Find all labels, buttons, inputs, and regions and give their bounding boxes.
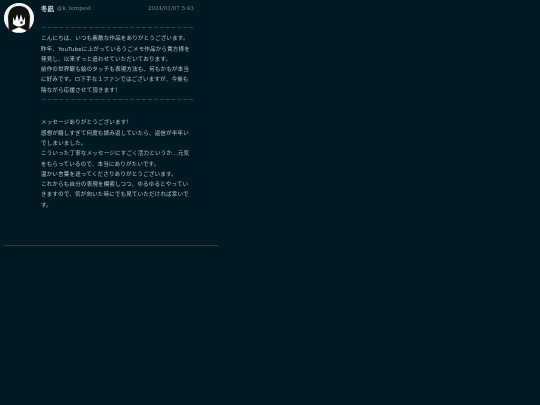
reply-line: でしまいました。 — [41, 140, 87, 147]
reply-line: これからも自分の表現を模索しつつ、ゆるゆるとやってい — [41, 182, 189, 189]
message-line: 昨年、YouTubeに上がっているうごメモ作品から貴方様を — [41, 46, 190, 53]
post-body: －－－－－－－－－－－－－－－－－－－－－－－－－－ こんにちは、いつも素敵な作… — [41, 24, 207, 211]
message-line: 陰ながら応援させて頂きます！ — [41, 87, 121, 94]
reply-line: 感想が嬉しすぎて何度も読み返していたら、返信が半年い — [41, 130, 189, 137]
message-line: に好みです。ロ下手な１ファンではございますが、今後も — [41, 77, 189, 84]
reply-line: 温かい言葉を送ってくださりありがとうございます。 — [41, 171, 177, 178]
message-line: 発見し、以来ずっと追わせていただいております。 — [41, 56, 172, 63]
avatar-icon — [4, 3, 34, 33]
message-line: 前作の世界観も絵のタッチも表現方法も、何もかもが本当 — [41, 67, 190, 74]
message-divider-top: －－－－－－－－－－－－－－－－－－－－－－－－－－ — [41, 26, 195, 32]
message-divider-bottom: －－－－－－－－－－－－－－－－－－－－－－－－－－ — [41, 98, 195, 105]
post-header: 冬凪 @k_tempest 2024/01/07 5:43 — [41, 5, 217, 17]
reply-line: きますので、気が向いた時にでも見ていただければ幸いで — [41, 192, 189, 199]
post-timestamp: 2024/01/07 5:43 — [148, 6, 194, 12]
section-spacer — [41, 106, 207, 118]
author-name[interactable]: 冬凪 — [41, 5, 54, 13]
author-handle[interactable]: @k_tempest — [57, 5, 91, 13]
message-line: こんにちは、いつも素敵な作品をありがとうございます。 — [41, 36, 189, 43]
avatar[interactable] — [4, 3, 34, 33]
reply-line: こういった丁寧なメッセージにすごく活力というか...元気 — [41, 151, 190, 158]
message-post: 冬凪 @k_tempest 2024/01/07 5:43 －－－－－－－－－－… — [0, 0, 218, 246]
reply-line: メッセージありがとうございます！ — [41, 120, 133, 127]
post-divider — [4, 245, 218, 246]
reply-line: をもらっているので、本当にありがたいです。 — [41, 161, 160, 168]
page: 冬凪 @k_tempest 2024/01/07 5:43 －－－－－－－－－－… — [0, 0, 540, 405]
reply-line: す。 — [41, 202, 52, 209]
